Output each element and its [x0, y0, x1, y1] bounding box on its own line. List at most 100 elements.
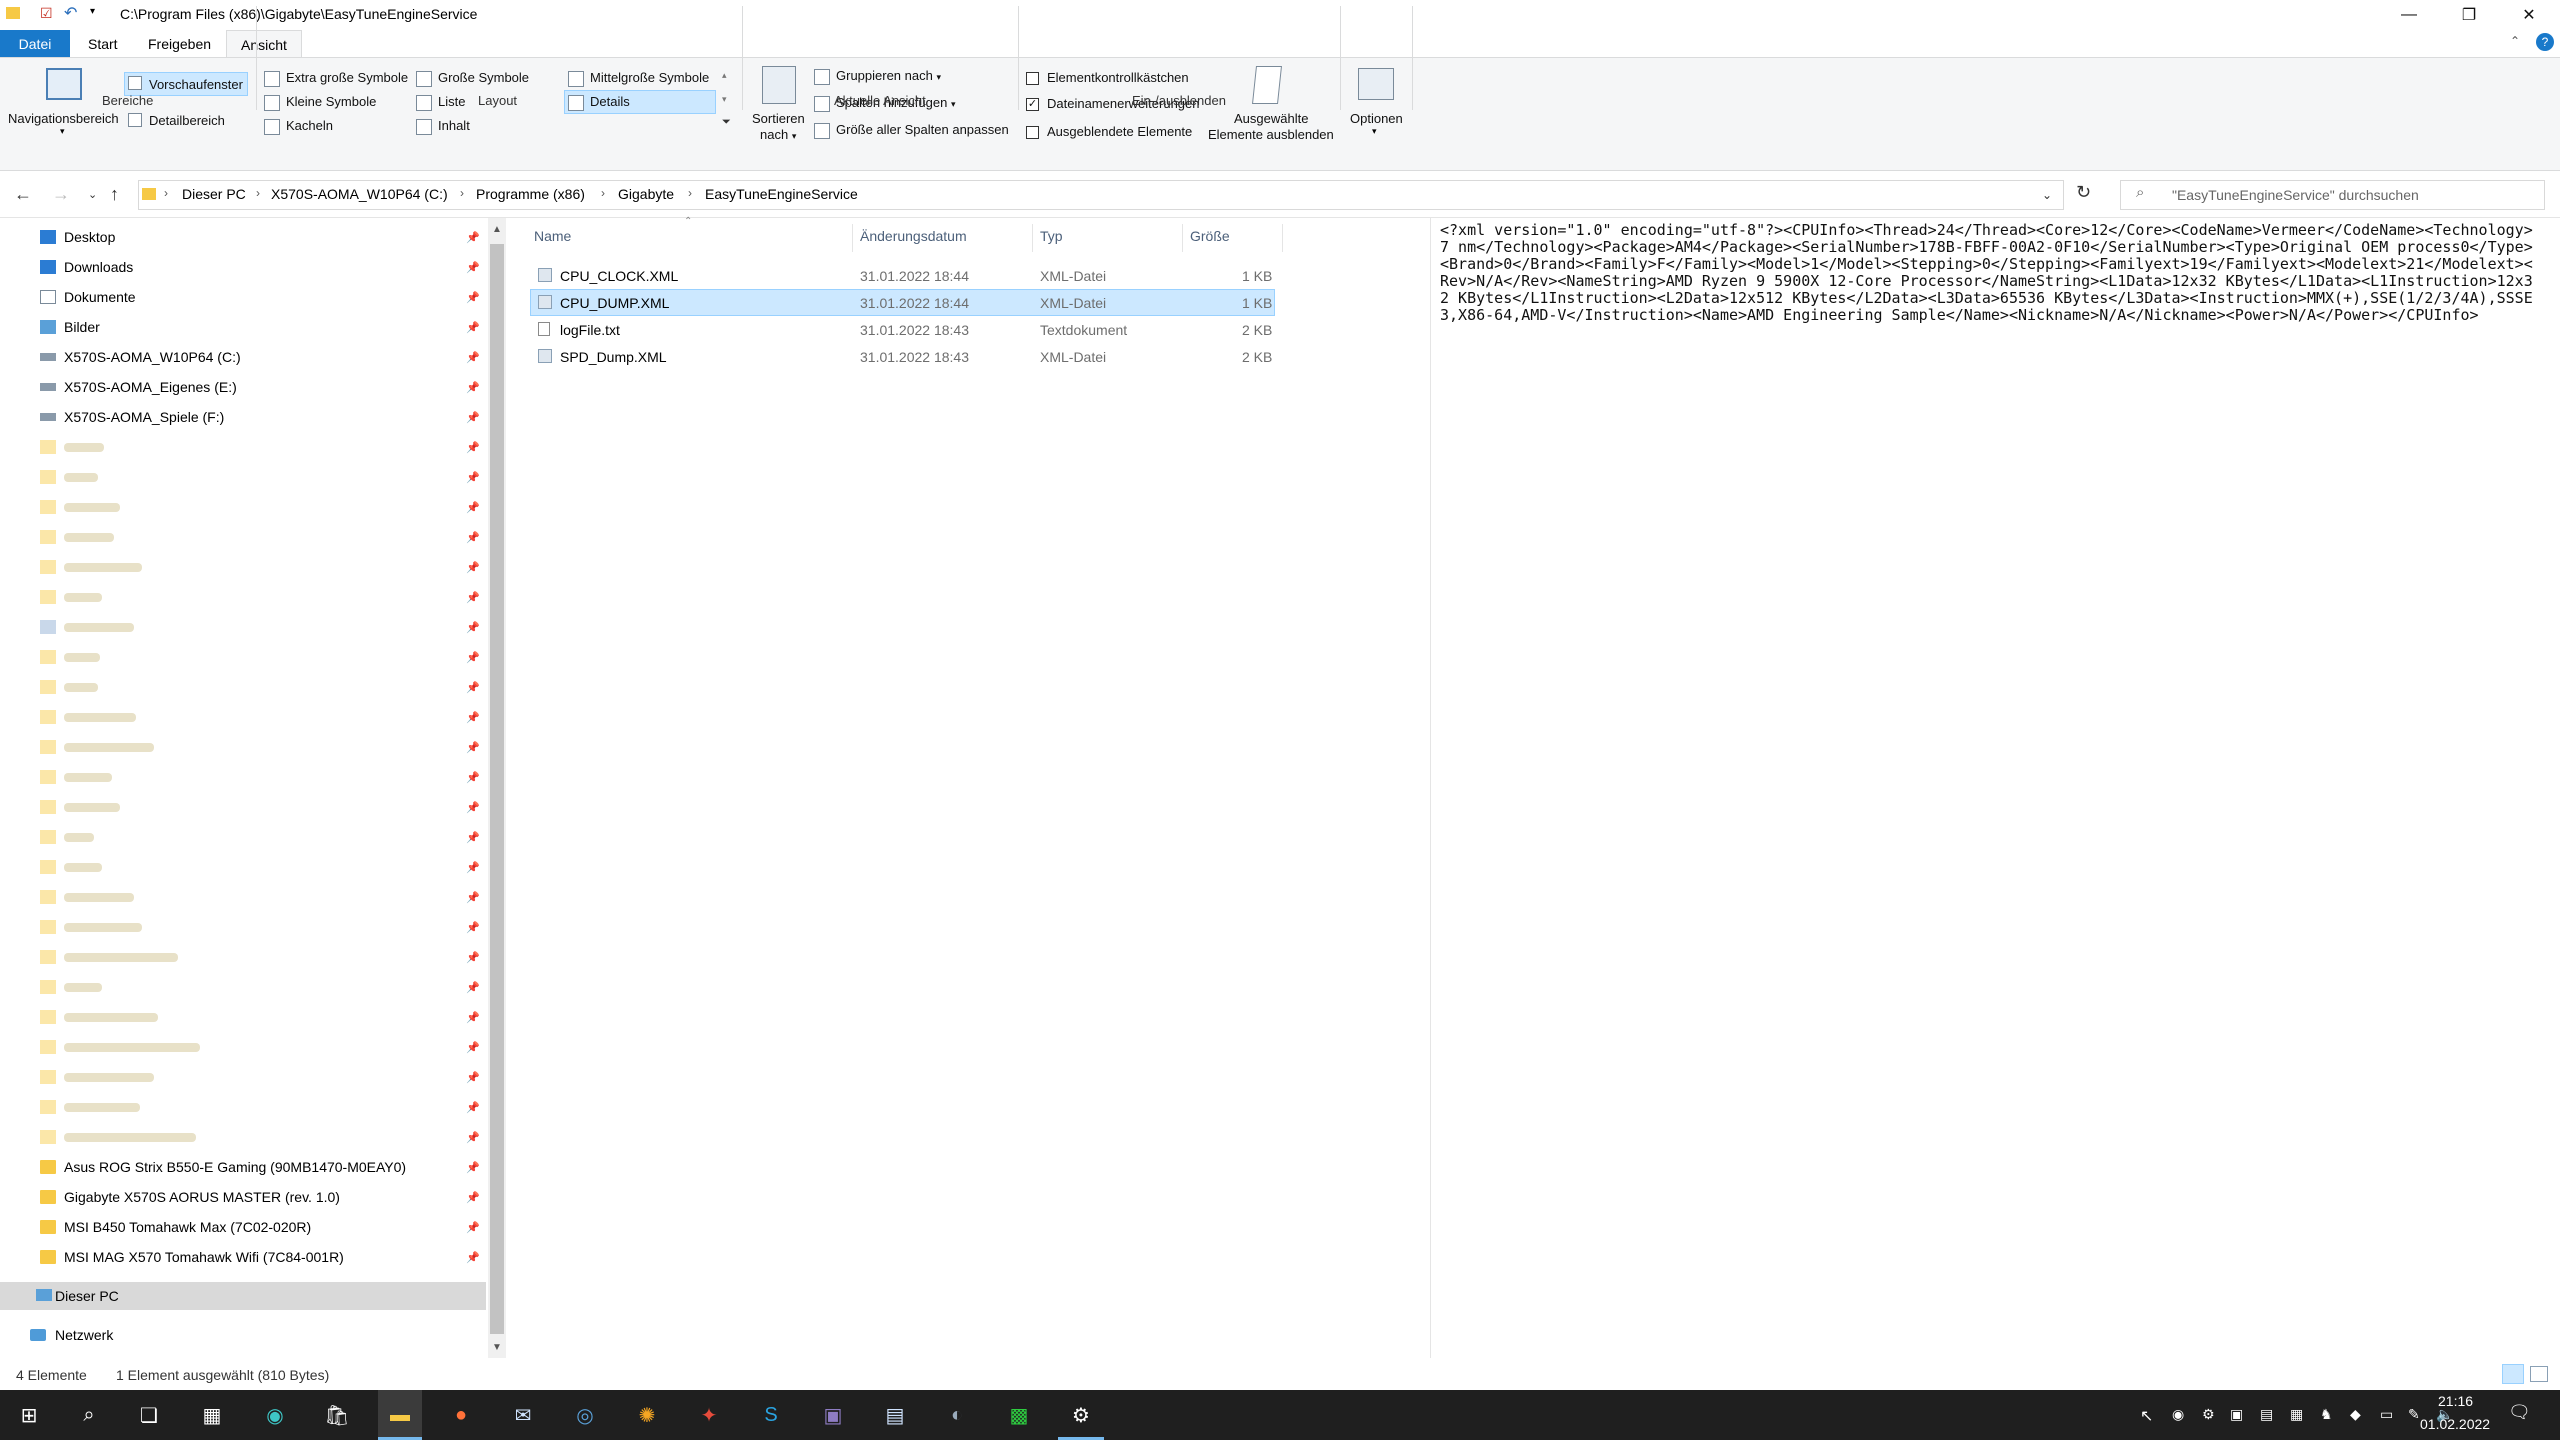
maximize-button[interactable]: ❐	[2440, 0, 2498, 30]
chevron-right-icon[interactable]: ›	[688, 186, 692, 200]
app-icon[interactable]: ▩	[1002, 1398, 1036, 1432]
nav-item-blurred[interactable]	[40, 882, 134, 912]
nav-item-blurred[interactable]	[40, 432, 104, 462]
layout-list[interactable]: Liste	[416, 94, 465, 111]
column-divider[interactable]	[1032, 224, 1033, 252]
table-row[interactable]: SPD_Dump.XML 31.01.2022 18:43 XML-Datei …	[530, 343, 1275, 370]
layout-small-icons[interactable]: Kleine Symbole	[264, 94, 376, 111]
chevron-right-icon[interactable]: ›	[460, 186, 464, 200]
pin-icon[interactable]: 📌	[466, 261, 480, 274]
app-icon[interactable]: ▤	[878, 1398, 912, 1432]
search-icon[interactable]: ⌕	[72, 1398, 106, 1432]
pin-icon[interactable]: 📌	[466, 381, 480, 394]
nav-item-board[interactable]: Gigabyte X570S AORUS MASTER (rev. 1.0)	[40, 1182, 340, 1212]
pin-icon[interactable]: 📌	[466, 531, 480, 544]
column-divider[interactable]	[1282, 224, 1283, 252]
pin-icon[interactable]: 📌	[466, 741, 480, 754]
layout-tiles[interactable]: Kacheln	[264, 118, 333, 135]
tray-app-icon[interactable]: ◉	[2172, 1406, 2184, 1423]
properties-icon[interactable]: ☑	[40, 5, 53, 22]
ribbon-collapse-icon[interactable]: ⌃	[2510, 34, 2520, 48]
pin-icon[interactable]: 📌	[466, 921, 480, 934]
pin-icon[interactable]: 📌	[466, 561, 480, 574]
clock-time[interactable]: 21:16	[2438, 1393, 2473, 1409]
chevron-right-icon[interactable]: ›	[601, 186, 605, 200]
layout-scroll-down-icon[interactable]: ▾	[722, 94, 727, 105]
up-arrow-icon[interactable]: ↑	[110, 184, 119, 205]
gruppieren-button[interactable]: Gruppieren nach ▾	[814, 68, 941, 85]
sortieren-button[interactable]: Sortieren	[752, 111, 805, 126]
layout-extra-large-icons[interactable]: Extra große Symbole	[264, 70, 408, 87]
app-icon[interactable]: ✺	[630, 1398, 664, 1432]
nav-scrollbar-thumb[interactable]	[490, 244, 504, 1334]
breadcrumb-gigabyte[interactable]: Gigabyte	[618, 186, 674, 202]
pin-icon[interactable]: 📌	[466, 711, 480, 724]
undo-icon[interactable]: ↶	[64, 3, 77, 23]
app-icon[interactable]: ▣	[816, 1398, 850, 1432]
calculator-icon[interactable]: ▦	[195, 1398, 229, 1432]
tab-start[interactable]: Start	[74, 30, 132, 58]
nav-item-blurred[interactable]	[40, 822, 94, 852]
nav-item-blurred[interactable]	[40, 942, 178, 972]
pin-icon[interactable]: 📌	[466, 651, 480, 664]
nav-item-blurred[interactable]	[40, 792, 120, 822]
column-divider[interactable]	[1182, 224, 1183, 252]
nav-item-network[interactable]: Netzwerk	[55, 1327, 113, 1343]
table-row[interactable]: logFile.txt 31.01.2022 18:43 Textdokumen…	[530, 316, 1275, 343]
pin-icon[interactable]: 📌	[466, 1191, 480, 1204]
table-row-selected[interactable]: CPU_DUMP.XML 31.01.2022 18:44 XML-Datei …	[530, 289, 1275, 316]
address-dropdown-icon[interactable]: ⌄	[2042, 188, 2052, 202]
navigationsbereich-button[interactable]: Navigationsbereich	[8, 111, 119, 126]
pin-icon[interactable]: 📌	[466, 1161, 480, 1174]
settings-icon[interactable]: ⚙	[1064, 1398, 1098, 1432]
layout-large-icons[interactable]: Große Symbole	[416, 70, 529, 87]
pin-icon[interactable]: 📌	[466, 1251, 480, 1264]
help-icon[interactable]: ?	[2536, 33, 2554, 51]
nav-item-blurred[interactable]	[40, 612, 134, 642]
layout-content[interactable]: Inhalt	[416, 118, 470, 135]
nav-item-blurred[interactable]	[40, 702, 136, 732]
nav-item-blurred[interactable]	[40, 912, 142, 942]
pin-icon[interactable]: 📌	[466, 891, 480, 904]
app-icon[interactable]: ◎	[568, 1398, 602, 1432]
pin-icon[interactable]: 📌	[466, 861, 480, 874]
pin-icon[interactable]: 📌	[466, 951, 480, 964]
detailbereich-button[interactable]: Detailbereich	[149, 113, 225, 128]
nav-item-bilder[interactable]: Bilder	[40, 312, 100, 342]
nav-item-blurred[interactable]	[40, 1092, 140, 1122]
app-icon[interactable]: ✦	[692, 1398, 726, 1432]
table-row[interactable]: CPU_CLOCK.XML 31.01.2022 18:44 XML-Datei…	[530, 262, 1275, 289]
tray-app-icon[interactable]: ◆	[2350, 1406, 2361, 1423]
nav-item-blurred[interactable]	[40, 1062, 154, 1092]
nav-item-blurred[interactable]	[40, 582, 102, 612]
pin-icon[interactable]: 📌	[466, 981, 480, 994]
back-arrow-icon[interactable]: ←	[14, 184, 32, 205]
chevron-down-icon[interactable]: ▾	[60, 126, 65, 137]
pin-icon[interactable]: 📌	[466, 441, 480, 454]
column-header-type[interactable]: Typ	[1040, 228, 1063, 244]
nav-item-drive-c[interactable]: X570S-AOMA_W10P64 (C:)	[40, 342, 241, 372]
firefox-icon[interactable]: ●	[444, 1398, 478, 1432]
edge-icon[interactable]: ◉	[258, 1398, 292, 1432]
nav-item-blurred[interactable]	[40, 1122, 196, 1152]
pin-icon[interactable]: 📌	[466, 1041, 480, 1054]
nav-item-board[interactable]: MSI B450 Tomahawk Max (7C02-020R)	[40, 1212, 311, 1242]
tab-datei[interactable]: Datei	[0, 30, 70, 58]
minimize-button[interactable]: —	[2380, 0, 2438, 30]
nav-item-blurred[interactable]	[40, 762, 112, 792]
nav-item-blurred[interactable]	[40, 492, 120, 522]
nav-item-downloads[interactable]: Downloads	[40, 252, 133, 282]
nav-item-blurred[interactable]	[40, 642, 100, 672]
store-icon[interactable]: 🛍	[320, 1398, 354, 1432]
nav-item-blurred[interactable]	[40, 1032, 200, 1062]
tray-app-icon[interactable]: ♞	[2320, 1406, 2333, 1423]
column-header-date[interactable]: Änderungsdatum	[860, 228, 967, 244]
ausgeblendete-checkbox[interactable]: Ausgeblendete Elemente	[1026, 124, 1192, 140]
large-icons-view-icon[interactable]	[2530, 1366, 2548, 1382]
breadcrumb-programme[interactable]: Programme (x86)	[476, 186, 585, 202]
refresh-icon[interactable]: ↻	[2076, 182, 2091, 203]
close-button[interactable]: ✕	[2500, 0, 2558, 30]
network-icon[interactable]: ▭	[2380, 1406, 2393, 1423]
tab-freigeben[interactable]: Freigeben	[134, 30, 225, 58]
column-divider[interactable]	[852, 224, 853, 252]
